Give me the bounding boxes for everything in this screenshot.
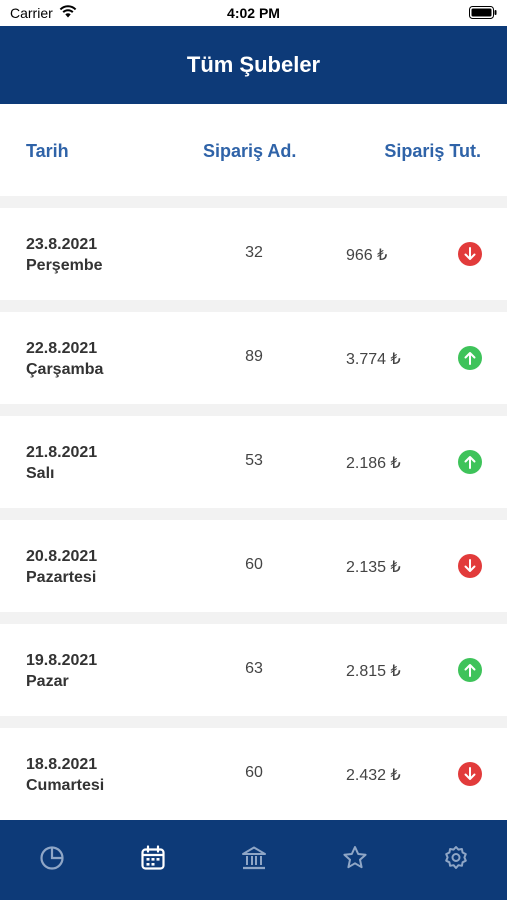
list-item[interactable]: 21.8.2021 Salı 53 2.186 ₺ [0,416,507,508]
list-item[interactable]: 19.8.2021 Pazar 63 2.815 ₺ [0,624,507,716]
row-order-count: 60 [245,556,263,573]
status-bar: Carrier 4:02 PM [0,0,507,26]
list-item[interactable]: 23.8.2021 Perşembe 32 966 ₺ [0,208,507,300]
row-date: 19.8.2021 [26,652,98,669]
row-order-total: 3.774 ₺ [346,351,401,368]
column-header-order-count[interactable]: Sipariş Ad. [203,141,296,162]
calendar-icon [139,844,167,877]
row-order-count: 32 [245,244,263,261]
pie-chart-icon [38,844,66,877]
row-day: Pazartesi [26,569,97,586]
list-item[interactable]: 22.8.2021 Çarşamba 89 3.774 ₺ [0,312,507,404]
row-date-cell: 19.8.2021 Pazar [26,650,97,692]
tab-branches[interactable] [238,844,270,876]
row-order-count: 60 [245,764,263,781]
arrow-down-icon [458,762,482,786]
row-date: 21.8.2021 [26,444,98,461]
column-header-date[interactable]: Tarih [26,141,69,162]
arrow-up-icon [458,450,482,474]
row-order-count: 53 [245,452,263,469]
arrow-up-icon [458,658,482,682]
row-date-cell: 23.8.2021 Perşembe [26,234,103,276]
navigation-bar: Tüm Şubeler [0,26,507,104]
tab-reports[interactable] [36,844,68,876]
column-header-order-total[interactable]: Sipariş Tut. [384,141,481,162]
row-order-count: 89 [245,348,263,365]
row-day: Pazar [26,673,69,690]
row-date: 18.8.2021 [26,756,98,773]
list-item[interactable]: 20.8.2021 Pazartesi 60 2.135 ₺ [0,520,507,612]
row-order-total: 966 ₺ [346,247,388,264]
row-date-cell: 18.8.2021 Cumartesi [26,754,104,796]
bank-icon [240,844,268,877]
row-day: Çarşamba [26,361,104,378]
tab-bar [0,820,507,900]
row-date-cell: 20.8.2021 Pazartesi [26,546,97,588]
arrow-down-icon [458,554,482,578]
row-date-cell: 21.8.2021 Salı [26,442,97,484]
page-title: Tüm Şubeler [186,52,321,77]
column-header-row: Tarih Sipariş Ad. Sipariş Tut. [0,104,507,196]
row-day: Cumartesi [26,777,105,794]
row-date-cell: 22.8.2021 Çarşamba [26,338,103,380]
row-order-total: 2.815 ₺ [346,663,401,680]
row-day: Perşembe [26,257,103,274]
arrow-up-icon [458,346,482,370]
row-order-count: 63 [245,660,263,677]
battery-icon [469,6,497,22]
tab-calendar[interactable] [137,844,169,876]
status-time: 4:02 PM [227,5,280,21]
row-date: 22.8.2021 [26,340,98,357]
list-item[interactable]: 18.8.2021 Cumartesi 60 2.432 ₺ [0,728,507,820]
row-order-total: 2.432 ₺ [346,767,401,784]
tab-favorites[interactable] [339,844,371,876]
row-order-total: 2.186 ₺ [346,455,401,472]
row-date: 20.8.2021 [26,548,98,565]
row-day: Salı [26,465,55,482]
tab-settings[interactable] [440,844,472,876]
row-order-total: 2.135 ₺ [346,559,401,576]
arrow-down-icon [458,242,482,266]
gear-icon [442,844,470,877]
star-icon [341,844,369,877]
row-date: 23.8.2021 [26,236,98,253]
